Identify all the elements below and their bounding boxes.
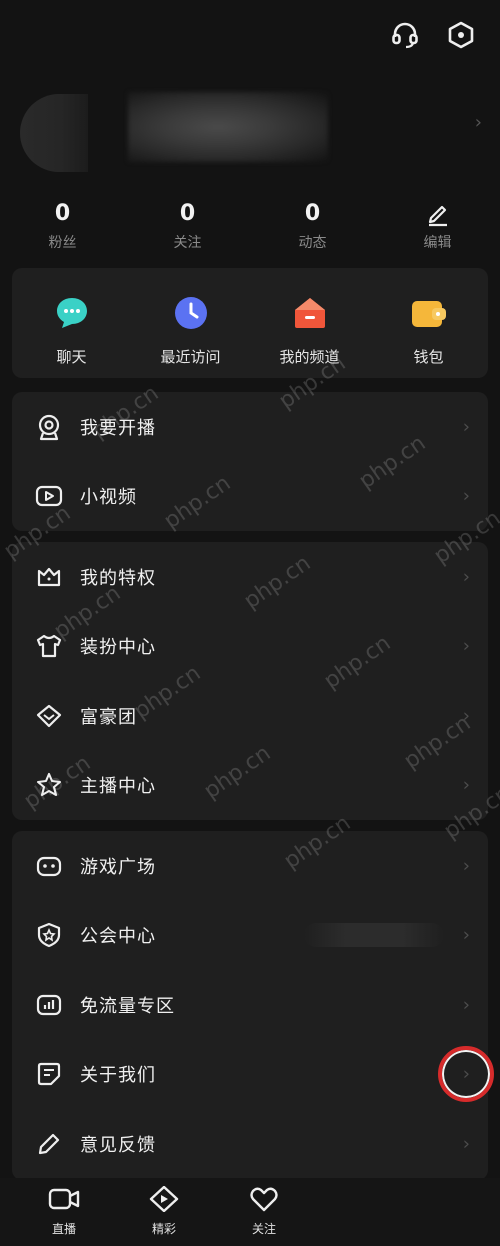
quick-recent[interactable]: 最近访问 <box>131 268 250 378</box>
nav-label: 直播 <box>51 1222 76 1236</box>
menu-label: 意见反馈 <box>80 1134 156 1156</box>
menu-label: 富豪团 <box>80 706 137 728</box>
edit-icon <box>425 200 451 228</box>
bottom-nav: 直播 精彩 关注 <box>0 1178 500 1246</box>
menu-label: 游戏广场 <box>80 856 156 878</box>
bar-chart-icon <box>34 990 64 1020</box>
menu-item-about-us[interactable]: 关于我们 › <box>12 1040 494 1110</box>
stats-row: 0 粉丝 0 关注 0 动态 编辑 <box>0 200 500 256</box>
menu-item-dressup[interactable]: 装扮中心 › <box>12 612 488 682</box>
quick-label: 聊天 <box>56 348 87 366</box>
menu-label: 我的特权 <box>80 567 156 589</box>
menu-section-live: 我要开播 › 小视频 › <box>12 392 488 531</box>
stat-posts[interactable]: 0 动态 <box>250 200 375 256</box>
menu-item-guild-center[interactable]: 公会中心 › <box>12 901 488 971</box>
stat-label: 关注 <box>173 235 202 251</box>
wallet-icon <box>410 294 448 332</box>
guild-badge-blurred <box>304 923 444 948</box>
menu-label: 小视频 <box>80 487 137 509</box>
nav-label: 精彩 <box>151 1222 176 1236</box>
settings-icon[interactable] <box>444 18 478 52</box>
top-actions <box>388 18 478 52</box>
menu-label: 关于我们 <box>80 1065 156 1087</box>
chevron-right-icon: › <box>462 1063 470 1085</box>
nav-following[interactable]: 关注 <box>214 1178 314 1246</box>
home-channel-icon <box>291 294 329 332</box>
stat-label: 动态 <box>298 235 327 251</box>
stat-value: 0 <box>179 201 196 226</box>
menu-item-short-video[interactable]: 小视频 › <box>12 462 488 532</box>
pencil-icon <box>34 1129 64 1159</box>
chevron-right-icon: › <box>462 485 470 507</box>
quick-wallet[interactable]: 钱包 <box>369 268 488 378</box>
menu-item-rich-club[interactable]: 富豪团 › <box>12 681 488 751</box>
clock-icon <box>172 294 210 332</box>
menu-label: 装扮中心 <box>80 637 156 659</box>
chevron-right-icon: › <box>462 774 470 796</box>
chevron-right-icon: › <box>462 566 470 588</box>
menu-section-more: 游戏广场 › 公会中心 › 免流量专区 › 关于我们 › 意见反馈 › <box>12 831 494 1180</box>
quick-actions: 聊天 最近访问 我的频道 钱包 <box>12 268 488 378</box>
profile-header[interactable]: › <box>0 86 500 176</box>
quick-label: 最近访问 <box>160 348 221 366</box>
video-play-icon <box>34 481 64 511</box>
quick-channel[interactable]: 我的频道 <box>250 268 369 378</box>
menu-section-privileges: 我的特权 › 装扮中心 › 富豪团 › 主播中心 › <box>12 542 488 820</box>
chevron-right-icon: › <box>462 855 470 877</box>
stat-value: 0 <box>304 201 321 226</box>
diamond-icon <box>34 701 64 731</box>
chat-icon <box>53 294 91 332</box>
chevron-right-icon: › <box>462 994 470 1016</box>
stat-following[interactable]: 0 关注 <box>125 200 250 256</box>
nav-label: 关注 <box>251 1222 276 1236</box>
shield-icon <box>34 920 64 950</box>
gamepad-icon <box>34 851 64 881</box>
edit-label: 编辑 <box>423 235 452 251</box>
nav-highlights[interactable]: 精彩 <box>114 1178 214 1246</box>
stat-fans[interactable]: 0 粉丝 <box>0 200 125 256</box>
chevron-right-icon: › <box>462 705 470 727</box>
menu-item-free-data[interactable]: 免流量专区 › <box>12 970 488 1040</box>
chevron-right-icon: › <box>462 416 470 438</box>
stat-value: 0 <box>54 201 71 226</box>
menu-item-game-plaza[interactable]: 游戏广场 › <box>12 831 488 901</box>
crown-icon <box>34 562 64 592</box>
menu-item-feedback[interactable]: 意见反馈 › <box>12 1109 488 1179</box>
nav-live[interactable]: 直播 <box>14 1178 114 1246</box>
note-icon <box>34 1059 64 1089</box>
edit-profile-button[interactable]: 编辑 <box>375 200 500 256</box>
quick-chat[interactable]: 聊天 <box>12 268 131 378</box>
menu-label: 免流量专区 <box>80 995 175 1017</box>
headset-icon[interactable] <box>388 18 422 52</box>
chevron-right-icon: › <box>462 924 470 946</box>
star-icon <box>34 770 64 800</box>
quick-label: 我的频道 <box>279 348 340 366</box>
avatar[interactable] <box>20 94 88 172</box>
live-camera-icon <box>34 412 64 442</box>
chevron-right-icon: › <box>462 635 470 657</box>
chevron-right-icon: › <box>462 1133 470 1155</box>
heart-icon <box>248 1186 280 1216</box>
menu-item-go-live[interactable]: 我要开播 › <box>12 392 488 462</box>
menu-label: 主播中心 <box>80 776 156 798</box>
username-blurred <box>128 92 328 162</box>
menu-item-anchor-center[interactable]: 主播中心 › <box>12 751 488 821</box>
play-diamond-icon <box>148 1185 180 1216</box>
video-camera-icon <box>48 1186 80 1216</box>
profile-page: › 0 粉丝 0 关注 0 动态 编辑 聊天 最近访问 我的频道 钱包 我要开播… <box>0 0 500 1246</box>
stat-label: 粉丝 <box>48 235 77 251</box>
menu-label: 我要开播 <box>80 417 156 439</box>
menu-label: 公会中心 <box>80 926 156 948</box>
chevron-right-icon: › <box>474 112 482 133</box>
menu-item-privileges[interactable]: 我的特权 › <box>12 542 488 612</box>
tshirt-icon <box>34 631 64 661</box>
quick-label: 钱包 <box>413 348 444 366</box>
